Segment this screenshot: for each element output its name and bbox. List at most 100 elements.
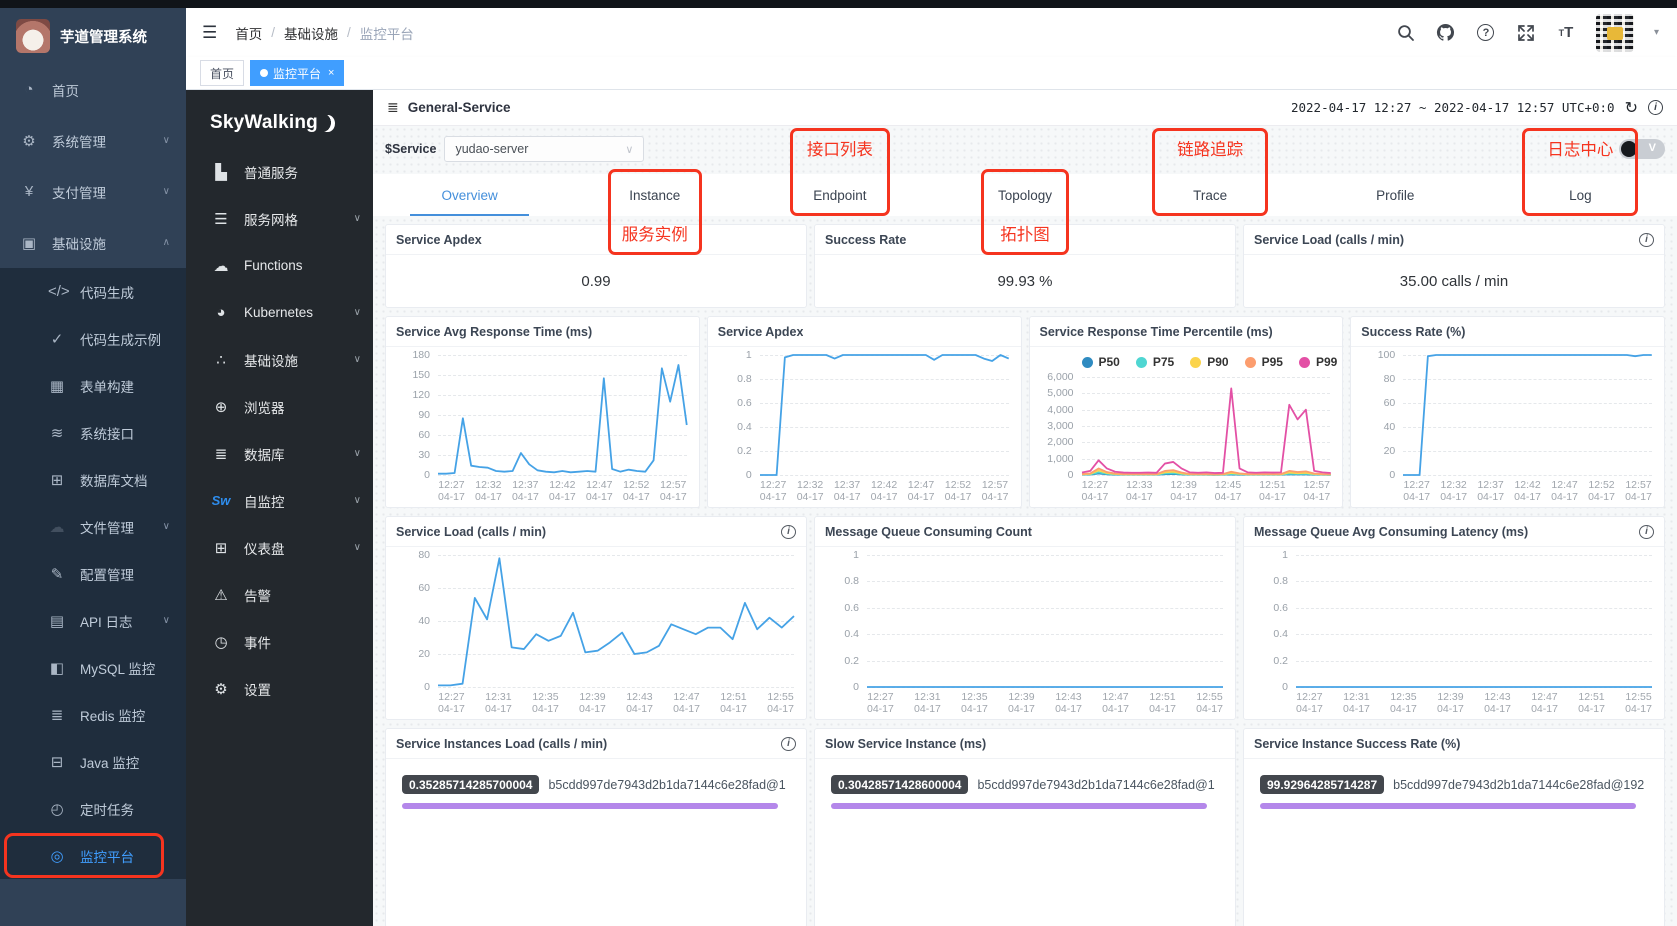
legend-item-p95[interactable]: P95 (1244, 355, 1283, 369)
sidebar-item-label: 文件管理 (80, 520, 134, 536)
search-icon[interactable] (1396, 23, 1416, 43)
skywalking-item-bar-chart[interactable]: ▙ 普通服务 (186, 148, 373, 195)
instance-card: Service Instance Success Rate (%) 99.9296… (1243, 728, 1665, 926)
skywalking-item-event-clock[interactable]: ◷ 事件 (186, 618, 373, 665)
sidebar-item-label: 配置管理 (80, 567, 134, 583)
legend-item-p90[interactable]: P90 (1190, 355, 1229, 369)
sidebar-item-label: 基础设施 (52, 236, 106, 252)
breadcrumb-item[interactable]: 基础设施 (284, 23, 338, 43)
topbar: ☰ 首页 / 基础设施 / 监控平台 ? TT ▾ (186, 8, 1677, 57)
skywalking-item-kubernetes[interactable]: ◕ Kubernetes ∨ (186, 289, 373, 336)
tag-view[interactable]: 首页 (200, 60, 245, 86)
instance-row[interactable]: 0.30428571428600004 b5cdd997de7943d2b1da7… (831, 775, 1219, 794)
skywalking-item-label: 数据库 (244, 447, 285, 463)
sidebar-item-form-build[interactable]: ▦ 表单构建 (0, 362, 186, 409)
x-tick-time: 12:37 (833, 479, 861, 491)
chart-title: Service Load (calls / min) i (386, 517, 806, 547)
font-size-icon[interactable]: TT (1556, 23, 1576, 43)
sidebar-item-eye[interactable]: ◎ 监控平台 (0, 832, 186, 879)
series-P99 (1082, 388, 1331, 473)
user-avatar[interactable] (1595, 13, 1634, 52)
tab-topology[interactable]: Topology 拓扑图 (932, 169, 1117, 255)
skywalking-item-skywalking-sw[interactable]: Sw 自监控 ∨ (186, 477, 373, 524)
service-select[interactable]: yudao-server ∨ (444, 136, 645, 162)
instance-row[interactable]: 0.35285714285700004 b5cdd997de7943d2b1da7… (402, 775, 790, 794)
info-icon[interactable]: i (1639, 524, 1654, 539)
legend-label: P99 (1315, 355, 1338, 369)
tab-log[interactable]: Log 日志中心 (1488, 128, 1673, 216)
x-axis-tick: 12:42 04-17 (871, 479, 898, 503)
skywalking-item-cloud[interactable]: ☁ Functions (186, 242, 373, 289)
legend-item-p75[interactable]: P75 (1135, 355, 1174, 369)
sidebar-item-table[interactable]: ⊞ 数据库文档 (0, 456, 186, 503)
legend-item-p50[interactable]: P50 (1081, 355, 1120, 369)
x-tick-date: 04-17 (585, 491, 613, 504)
sidebar-item-dashboard[interactable]: ◔ 首页 (0, 64, 186, 115)
sidebar-item-code[interactable]: </> 代码生成 (0, 268, 186, 315)
breadcrumb-item[interactable]: 首页 (235, 23, 262, 43)
settings-gear-icon: ⚙ (214, 680, 228, 698)
skywalking-item-mesh[interactable]: ☰ 服务网格 ∨ (186, 195, 373, 242)
help-icon[interactable]: ? (1476, 23, 1496, 43)
x-tick-time: 12:31 (485, 691, 512, 703)
chart-svg (867, 555, 1223, 687)
legend-item-p99[interactable]: P99 (1298, 355, 1338, 369)
skywalking-item-dots[interactable]: ∴ 基础设施 ∨ (186, 336, 373, 383)
caret-down-icon[interactable]: ▾ (1654, 27, 1659, 38)
x-tick-time: 12:27 (867, 691, 894, 703)
admin-menu: ◔ 首页 ⚙ 系统管理 ∨ ¥ 支付管理 ∨ ▣ 基础设施 ∧ </> 代码生成 ✓ 代码生成示例 ▦ 表单构建… (0, 64, 186, 879)
time-range[interactable]: 2022-04-17 12:27 ~ 2022-04-17 12:57 UTC+… (1291, 100, 1615, 115)
info-icon[interactable]: i (781, 736, 796, 751)
skywalking-item-globe[interactable]: ⊕ 浏览器 (186, 383, 373, 430)
sidebar-item-gear[interactable]: ⚙ 系统管理 ∨ (0, 115, 186, 166)
sidebar-item-yuan[interactable]: ¥ 支付管理 ∨ (0, 166, 186, 217)
x-axis: 12:27 04-17 12:32 04-17 12:37 04-17 12:42 04-17… (438, 475, 687, 503)
sidebar-item-redis-monitor[interactable]: ≣ Redis 监控 (0, 691, 186, 738)
refresh-icon[interactable]: ↻ (1625, 98, 1638, 118)
app-logo[interactable]: 芋道管理系统 (0, 8, 186, 64)
tab-endpoint[interactable]: Endpoint 接口列表 (747, 128, 932, 216)
sidebar-collapse-icon[interactable]: ☰ (202, 23, 217, 43)
x-axis-tick: 12:57 04-17 (1625, 479, 1652, 503)
sidebar-item-shield-check[interactable]: ✓ 代码生成示例 (0, 315, 186, 362)
chart-title-text: Service Apdex (717, 324, 804, 339)
skywalking-item-settings-gear[interactable]: ⚙ 设置 (186, 665, 373, 712)
tag-close-icon[interactable]: × (328, 67, 334, 79)
sidebar-item-schedule[interactable]: ◴ 定时任务 (0, 785, 186, 832)
sidebar-item-sliders[interactable]: ≋ 系统接口 (0, 409, 186, 456)
sidebar-item-mysql-monitor[interactable]: ◧ MySQL 监控 (0, 644, 186, 691)
sidebar-item-cloud-upload[interactable]: ☁ 文件管理 ∨ (0, 503, 186, 550)
sidebar-item-infrastructure[interactable]: ▣ 基础设施 ∧ (0, 217, 186, 268)
info-icon[interactable]: i (1648, 100, 1663, 115)
github-icon[interactable] (1436, 23, 1456, 43)
version-toggle[interactable]: V (1619, 139, 1665, 159)
breadcrumb-separator: / (271, 25, 276, 40)
skywalking-item-dashboard-grid[interactable]: ⊞ 仪表盘 ∨ (186, 524, 373, 571)
fullscreen-icon[interactable] (1516, 23, 1536, 43)
sidebar-item-api-log[interactable]: ▤ API 日志 ∨ (0, 597, 186, 644)
sidebar-item-label: 数据库文档 (80, 473, 148, 489)
instance-row[interactable]: 99.92964285714287 b5cdd997de7943d2b1da714… (1260, 775, 1648, 794)
skywalking-item-alarm[interactable]: ⚠ 告警 (186, 571, 373, 618)
sidebar-item-java-monitor[interactable]: ⊟ Java 监控 (0, 738, 186, 785)
x-axis-tick: 12:39 04-17 (579, 691, 606, 715)
x-axis-tick: 12:51 04-17 (1578, 691, 1605, 715)
breadcrumb-item[interactable]: 监控平台 (360, 23, 414, 43)
instance-bar (402, 803, 779, 809)
y-axis-tick: 0.2 (844, 654, 859, 667)
x-axis-tick: 12:39 04-17 (1170, 479, 1197, 503)
tab-instance[interactable]: Instance 服务实例 (562, 169, 747, 255)
skywalking-item-database[interactable]: ≣ 数据库 ∨ (186, 430, 373, 477)
info-icon[interactable]: i (781, 524, 796, 539)
chevron-down-icon: ∨ (353, 354, 361, 365)
x-tick-date: 04-17 (1625, 703, 1652, 716)
info-icon[interactable]: i (1639, 232, 1654, 247)
tag-view[interactable]: 监控平台 × (250, 60, 345, 86)
toggle-label: V (1648, 142, 1656, 154)
tab-overview[interactable]: Overview (377, 174, 562, 216)
x-tick-time: 12:47 (586, 479, 613, 491)
x-axis: 12:27 04-17 12:32 04-17 12:37 04-17 12:42 04-17… (760, 475, 1009, 503)
tab-trace[interactable]: Trace 链路追踪 (1118, 128, 1303, 216)
tab-profile[interactable]: Profile (1303, 174, 1488, 216)
sidebar-item-edit[interactable]: ✎ 配置管理 (0, 550, 186, 597)
